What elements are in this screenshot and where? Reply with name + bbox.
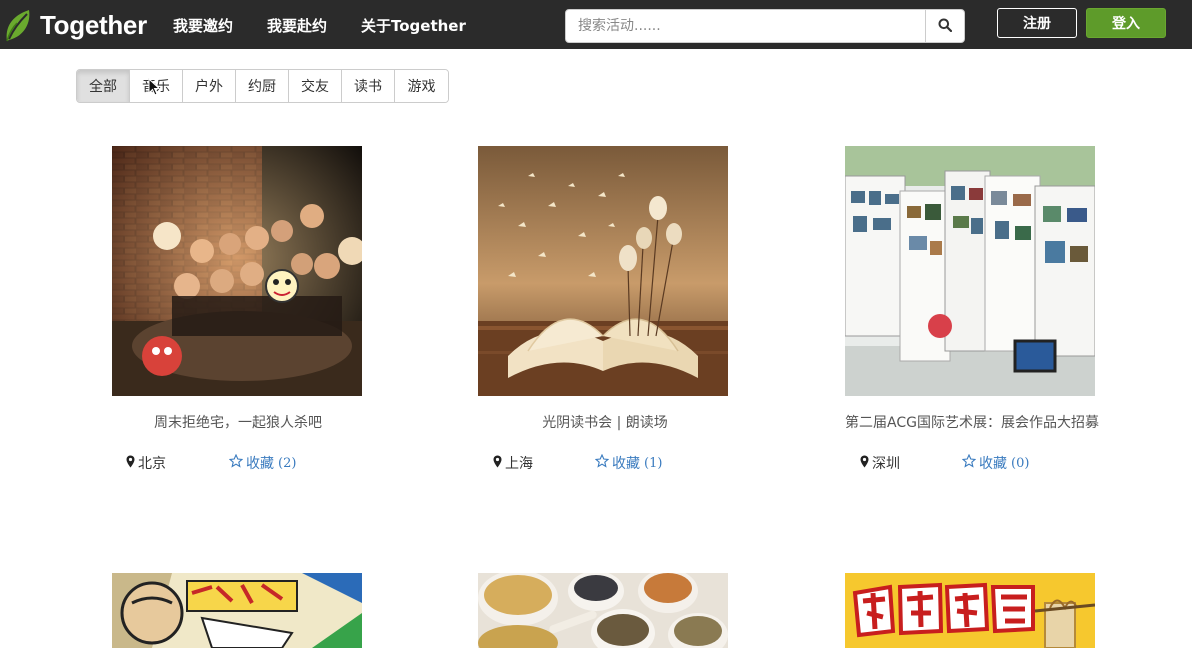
location-text: 北京 [138, 456, 166, 472]
location-text: 深圳 [872, 456, 900, 472]
card-image-spices[interactable] [478, 573, 728, 648]
nav-link-attend[interactable]: 我要赴约 [267, 15, 327, 36]
star-outline-icon [228, 453, 246, 472]
favorite-label: 收藏 [246, 456, 274, 472]
card-image-noodles[interactable] [845, 573, 1095, 648]
brand-name: Together [40, 9, 147, 40]
card-title[interactable]: 光阴读书会 | 朗读场 [435, 412, 775, 432]
favorite-count: (0) [1011, 455, 1030, 471]
location-text: 上海 [505, 456, 533, 472]
nav-link-about[interactable]: 关于Together [361, 15, 466, 36]
login-button[interactable]: 登入 [1086, 8, 1166, 38]
search-bar [565, 9, 965, 43]
favorite-button[interactable]: 收藏 (0) [961, 453, 1030, 473]
category-all[interactable]: 全部 [77, 70, 130, 102]
map-marker-icon [493, 455, 505, 472]
category-filter: 全部 音乐 户外 约厨 交友 读书 游戏 [76, 69, 449, 103]
favorite-label: 收藏 [979, 456, 1007, 472]
search-button[interactable] [925, 10, 964, 42]
star-outline-icon [961, 453, 979, 472]
location: 深圳 [860, 453, 900, 473]
category-games[interactable]: 游戏 [395, 70, 448, 102]
category-outdoor[interactable]: 户外 [183, 70, 236, 102]
map-marker-icon [126, 455, 138, 472]
mouse-cursor-icon [148, 77, 161, 100]
card-image-party[interactable] [112, 146, 362, 396]
card-image-book[interactable] [478, 146, 728, 396]
category-social[interactable]: 交友 [289, 70, 342, 102]
category-reading[interactable]: 读书 [342, 70, 395, 102]
leaf-logo-icon [3, 8, 33, 42]
location: 北京 [126, 453, 166, 473]
star-outline-icon [594, 453, 612, 472]
search-input[interactable] [566, 10, 925, 42]
favorite-button[interactable]: 收藏 (1) [594, 453, 663, 473]
top-navbar: Together 我要邀约 我要赴约 关于Together 注册 登入 [0, 0, 1192, 49]
search-icon [938, 17, 953, 36]
favorite-count: (2) [278, 455, 297, 471]
location: 上海 [493, 453, 533, 473]
card-image-comic[interactable] [112, 573, 362, 648]
favorite-label: 收藏 [612, 456, 640, 472]
nav-link-invite[interactable]: 我要邀约 [173, 15, 233, 36]
favorite-count: (1) [644, 455, 663, 471]
card-title[interactable]: 周末拒绝宅，一起狼人杀吧 [68, 412, 408, 432]
category-cooking[interactable]: 约厨 [236, 70, 289, 102]
register-button[interactable]: 注册 [997, 8, 1077, 38]
card-image-exhibition[interactable] [845, 146, 1095, 396]
brand[interactable]: Together [3, 6, 147, 44]
card-title[interactable]: 第二届ACG国际艺术展：展会作品大招募 [802, 412, 1142, 432]
favorite-button[interactable]: 收藏 (2) [228, 453, 297, 473]
map-marker-icon [860, 455, 872, 472]
